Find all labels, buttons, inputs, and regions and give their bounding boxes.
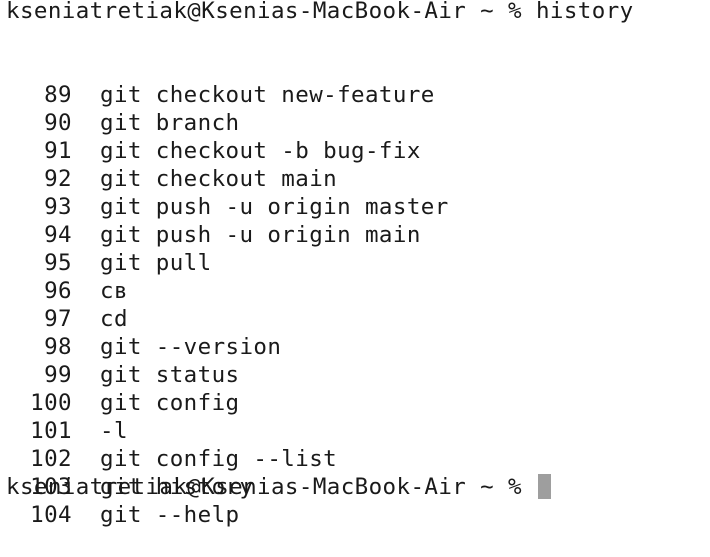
history-row: 93 git push -u origin master [0, 137, 448, 220]
history-command: git --version [100, 334, 282, 360]
history-row: 96 cв [0, 221, 127, 304]
prompt-text: kseniatretiak@Ksenias-MacBook-Air ~ % [6, 474, 536, 500]
history-row: 94 git push -u origin main [0, 165, 420, 248]
prompt-text: kseniatretiak@Ksenias-MacBook-Air ~ % [6, 0, 536, 24]
history-command: -l [100, 418, 128, 444]
history-row: 97 cd [0, 249, 127, 332]
history-row: 91 git checkout -b bug-fix [0, 81, 420, 164]
history-number: 104 [30, 502, 72, 528]
history-command: git config --list [100, 446, 338, 472]
history-command: cв [100, 278, 128, 304]
command-text: history [535, 0, 634, 24]
history-row: 98 git --version [0, 277, 281, 360]
history-command: git checkout -b bug-fix [100, 138, 421, 164]
text-cursor [537, 474, 551, 499]
history-command: git pull [100, 250, 212, 276]
history-command: git --help [100, 502, 240, 528]
history-command: git checkout main [100, 166, 338, 192]
history-command: git config [100, 390, 240, 416]
history-command: git push -u origin master [100, 194, 449, 220]
history-row: 103 git history [0, 417, 253, 500]
history-command: git branch [100, 110, 240, 136]
active-prompt-line[interactable]: kseniatretiak@Ksenias-MacBook-Air ~ % [6, 473, 551, 501]
history-command: cd [100, 306, 128, 332]
history-row: 104 git --help [0, 445, 239, 528]
history-row: 89 git checkout new-feature [0, 25, 434, 108]
terminal-window[interactable]: kseniatretiak@Ksenias-MacBook-Air ~ % hi… [0, 0, 710, 528]
history-row: 92 git checkout main [0, 109, 337, 192]
history-command: git push -u origin main [100, 222, 421, 248]
history-command: git status [100, 362, 240, 388]
history-row: 90 git branch [0, 53, 239, 136]
history-row: 100 git config [0, 333, 239, 416]
history-command: git checkout new-feature [100, 82, 435, 108]
history-row: 102 git config --list [0, 389, 337, 472]
history-row: 99 git status [0, 305, 239, 388]
prompt-line: kseniatretiak@Ksenias-MacBook-Air ~ % hi… [6, 0, 634, 25]
history-row: 101 -l [0, 361, 127, 444]
history-row: 95 git pull [0, 193, 211, 276]
